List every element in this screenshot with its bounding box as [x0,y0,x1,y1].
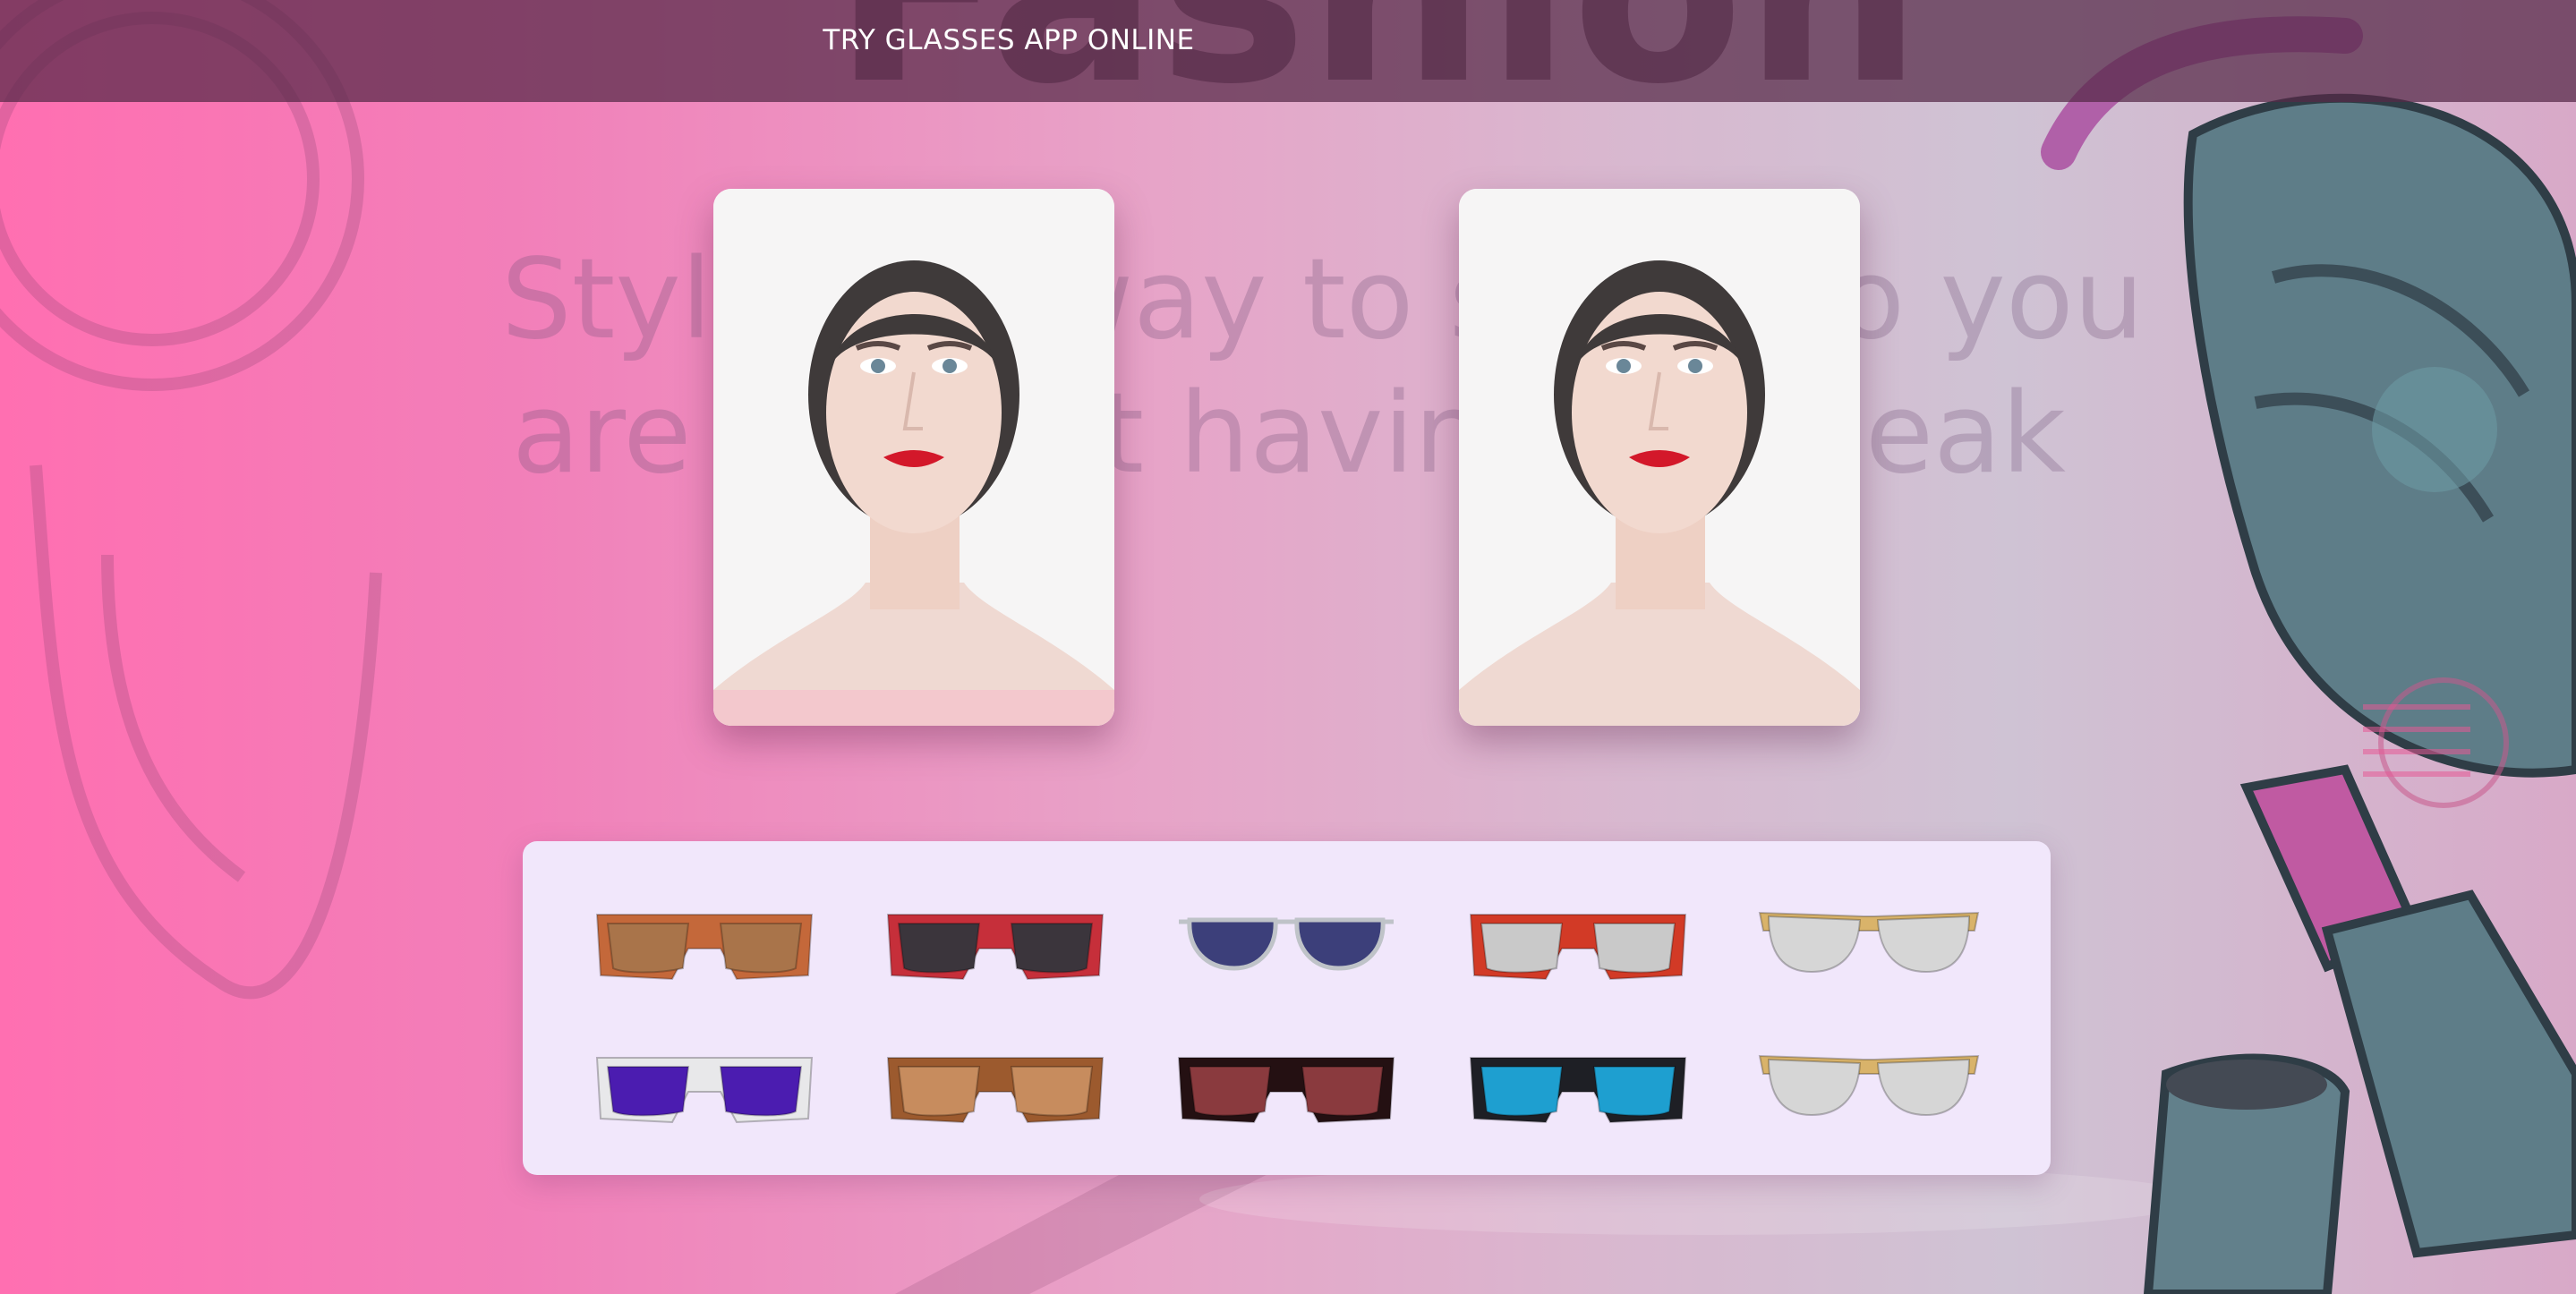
navy-aviator-glasses-icon [1179,917,1395,971]
try-on-photo-card [1459,189,1860,726]
right-lens [1010,1066,1094,1117]
glasses-option[interactable] [1141,868,1432,1011]
glasses-option[interactable] [559,1011,849,1154]
left-lens [897,1066,981,1117]
black-blue-glasses-icon [1469,1057,1686,1124]
left-lens [606,923,689,974]
right-lens [1877,1058,1971,1117]
tortoise-glasses-icon [887,1057,1105,1124]
right-lens [1010,923,1094,974]
left-lens [897,923,981,974]
glasses-option[interactable] [849,868,1140,1011]
right-lens [1877,915,1971,974]
american-flag-glasses-icon [887,914,1105,981]
right-lens [1592,923,1676,974]
right-lens [1301,1066,1385,1117]
left-lens [606,1066,689,1117]
woman-portrait-image [713,189,1114,726]
glasses-option[interactable] [1432,1011,1723,1154]
white-purple-glasses-icon [595,1057,813,1124]
header-bar: TRY GLASSES APP ONLINE [0,0,2576,102]
glasses-option[interactable] [559,868,849,1011]
original-photo-card [713,189,1114,726]
glasses-grid [559,868,2015,1154]
left-lens [1768,915,1862,974]
right-lens [719,923,802,974]
left-lens [1480,1066,1564,1117]
glasses-option[interactable] [1724,868,2015,1011]
page-title: TRY GLASSES APP ONLINE [823,24,1195,56]
glasses-selector-panel [523,841,2051,1175]
burgundy-mirror-glasses-icon [1178,1057,1395,1124]
brown-wayfarer-glasses-icon [595,914,813,981]
right-lens [1294,917,1386,971]
left-lens [1189,1066,1272,1117]
glasses-option[interactable] [1724,1011,2015,1154]
gold-cateye-glasses-icon [1759,911,1980,974]
glasses-option[interactable] [1141,1011,1432,1154]
left-lens [1768,1058,1862,1117]
glasses-option[interactable] [1432,868,1723,1011]
right-lens [719,1066,802,1117]
left-lens [1187,917,1278,971]
right-lens [1592,1066,1676,1117]
left-lens [1480,923,1564,974]
glasses-option[interactable] [849,1011,1140,1154]
gold-clear-glasses-icon [1759,1054,1980,1117]
woman-portrait-image [1459,189,1860,726]
red-star-glasses-icon [1469,914,1686,981]
